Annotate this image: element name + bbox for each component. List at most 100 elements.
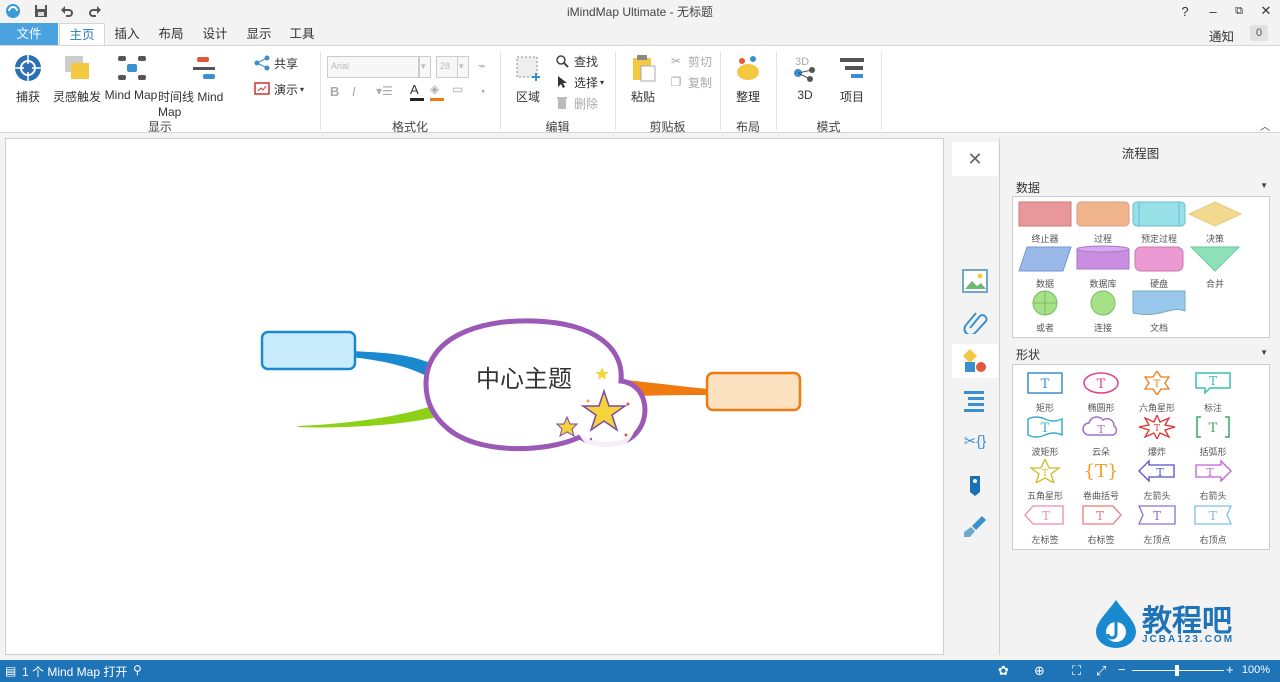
bold-icon[interactable]: B (330, 84, 339, 99)
close-window-button[interactable]: ✕ (1252, 0, 1280, 22)
shape-predefined-process[interactable]: 预定过程 (1129, 200, 1189, 244)
font-size-dropdown-icon[interactable]: ▾ (457, 56, 469, 78)
full-screen-icon[interactable]: ⤢ (1096, 663, 1106, 679)
mindmap-label: Mind Map (104, 88, 158, 102)
shape-merge[interactable]: 合并 (1185, 245, 1245, 289)
shape-callout[interactable]: T 标注 (1183, 371, 1243, 413)
arrange-button[interactable]: 整理 (728, 52, 768, 105)
shape-left-arrow[interactable]: T 左箭头 (1127, 459, 1187, 501)
shape-cloud[interactable]: T 云朵 (1071, 415, 1131, 457)
zoom-out-button[interactable]: − (1118, 662, 1126, 677)
tag-icon[interactable] (952, 468, 998, 502)
tab-home[interactable]: 主页 (59, 23, 105, 46)
italic-icon[interactable]: I (352, 84, 356, 99)
clear-format-icon[interactable]: ⌁ (478, 58, 486, 74)
shape-or[interactable]: 或者 (1015, 289, 1075, 333)
project-button[interactable]: 项目 (832, 52, 872, 105)
shape-right-arrow[interactable]: T 右箭头 (1183, 459, 1243, 501)
shape-decision[interactable]: 决策 (1185, 200, 1245, 244)
font-color-icon[interactable]: A (410, 82, 419, 97)
chevron-down-icon[interactable]: ▼ (1260, 348, 1268, 357)
tab-design[interactable]: 设计 (194, 23, 236, 46)
svg-text:T: T (1042, 469, 1048, 479)
shape-connector[interactable]: 连接 (1073, 289, 1133, 333)
shape-hexagram[interactable]: T 六角星形 (1127, 369, 1187, 413)
paintbrush-icon[interactable] (952, 510, 998, 544)
close-panel-icon[interactable]: ✕ (952, 142, 998, 176)
shape-left-vertex[interactable]: T 左顶点 (1127, 503, 1187, 545)
shape-explosion[interactable]: T 爆炸 (1127, 413, 1187, 457)
font-family-select[interactable]: Arial (327, 56, 419, 78)
mindmap-canvas[interactable]: 中心主题 (5, 138, 944, 655)
flowchart-shapes-icon[interactable] (952, 344, 998, 378)
timeline-icon (188, 52, 220, 84)
shape-pentagram[interactable]: T 五角星形 (1015, 457, 1075, 501)
collapse-ribbon-icon[interactable]: ︿ (1260, 118, 1270, 133)
find-button[interactable]: 查找 (554, 52, 598, 70)
paste-button[interactable]: 粘贴 (623, 52, 663, 105)
shape-rectangle[interactable]: T 矩形 (1015, 371, 1075, 413)
minimize-button[interactable]: – (1199, 0, 1227, 22)
mindmap-icon (115, 52, 147, 84)
shape-process[interactable]: 过程 (1073, 200, 1133, 244)
3d-button[interactable]: 3D 3D (785, 52, 825, 102)
format-painter-icon[interactable]: ◔ (478, 84, 486, 99)
chevron-down-icon[interactable]: ▼ (1260, 181, 1268, 190)
svg-text:T: T (1209, 374, 1217, 388)
scissors-braces-icon[interactable]: ✂{} (952, 424, 998, 458)
shape-section-title[interactable]: 形状 (1016, 346, 1040, 363)
project-label: 项目 (839, 90, 864, 104)
font-family-dropdown-icon[interactable]: ▾ (419, 56, 431, 78)
shape-left-label[interactable]: T 左标签 (1015, 503, 1075, 545)
shape-wave-rectangle[interactable]: T 波矩形 (1015, 415, 1075, 457)
data-section-title[interactable]: 数据 (1016, 179, 1040, 196)
svg-text:T: T (1042, 509, 1050, 523)
delete-button[interactable]: 删除 (554, 94, 598, 112)
align-icon[interactable]: ▾☰ (376, 84, 393, 98)
brainstorm-button[interactable]: 灵感触发 (52, 52, 102, 105)
mindmap-view-button[interactable]: Mind Map (104, 52, 158, 102)
fit-page-icon[interactable]: ⛶ (1072, 663, 1081, 679)
center-view-icon[interactable]: ⊕ (1034, 663, 1045, 679)
central-topic-label[interactable]: 中心主题 (476, 359, 572, 394)
attachment-icon[interactable] (952, 304, 998, 338)
shape-right-vertex[interactable]: T 右顶点 (1183, 503, 1243, 545)
tab-insert[interactable]: 插入 (106, 23, 148, 46)
help-button[interactable]: ? (1171, 0, 1199, 22)
share-button[interactable]: 共享 (254, 54, 298, 72)
border-icon[interactable]: ▭ (452, 82, 463, 96)
outline-list-icon[interactable] (952, 384, 998, 418)
font-size-select[interactable]: 28 (436, 56, 458, 78)
shape-label: 过程 (1093, 234, 1112, 244)
copy-button[interactable]: ❐ 复制 (668, 73, 712, 91)
shape-curly-braces[interactable]: {T} 卷曲括号 (1071, 459, 1131, 501)
restore-button[interactable]: ⧉ (1225, 0, 1253, 22)
paste-label: 粘贴 (630, 90, 655, 104)
cut-button[interactable]: ✂ 剪切 (668, 52, 712, 70)
capture-button[interactable]: 捕获 (8, 52, 48, 105)
shape-brackets[interactable]: T 括弧形 (1183, 415, 1243, 457)
tab-tools[interactable]: 工具 (281, 23, 323, 46)
pin-icon[interactable]: ⚲ (133, 663, 142, 677)
select-button[interactable]: 选择 ▾ (554, 73, 604, 91)
shape-document[interactable]: 文档 (1129, 289, 1189, 333)
shape-terminator[interactable]: 终止器 (1015, 200, 1075, 244)
image-icon[interactable] (952, 264, 998, 298)
fill-color-icon[interactable]: ◈ (430, 82, 439, 96)
tab-file[interactable]: 文件 (0, 23, 58, 46)
shape-ellipse[interactable]: T 椭圆形 (1071, 371, 1131, 413)
tab-layout[interactable]: 布局 (150, 23, 192, 46)
notifications-label[interactable]: 通知 (1209, 26, 1234, 45)
zoom-in-button[interactable]: + (1226, 662, 1234, 677)
zoom-slider-thumb[interactable] (1175, 665, 1179, 676)
shape-database[interactable]: 数据库 (1073, 245, 1133, 289)
region-button[interactable]: 区域 (508, 52, 548, 105)
tab-view[interactable]: 显示 (238, 23, 280, 46)
shape-right-label[interactable]: T 右标签 (1071, 503, 1131, 545)
present-button[interactable]: 演示 ▾ (254, 80, 304, 98)
shape-data[interactable]: 数据 (1015, 245, 1075, 289)
shape-hard-disk[interactable]: 硬盘 (1129, 245, 1189, 289)
timeline-mindmap-button[interactable]: 时间线 Mind Map (158, 52, 250, 119)
brainstorm-status-icon[interactable]: ✿ (998, 663, 1009, 679)
shape-label: 决策 (1205, 234, 1224, 244)
